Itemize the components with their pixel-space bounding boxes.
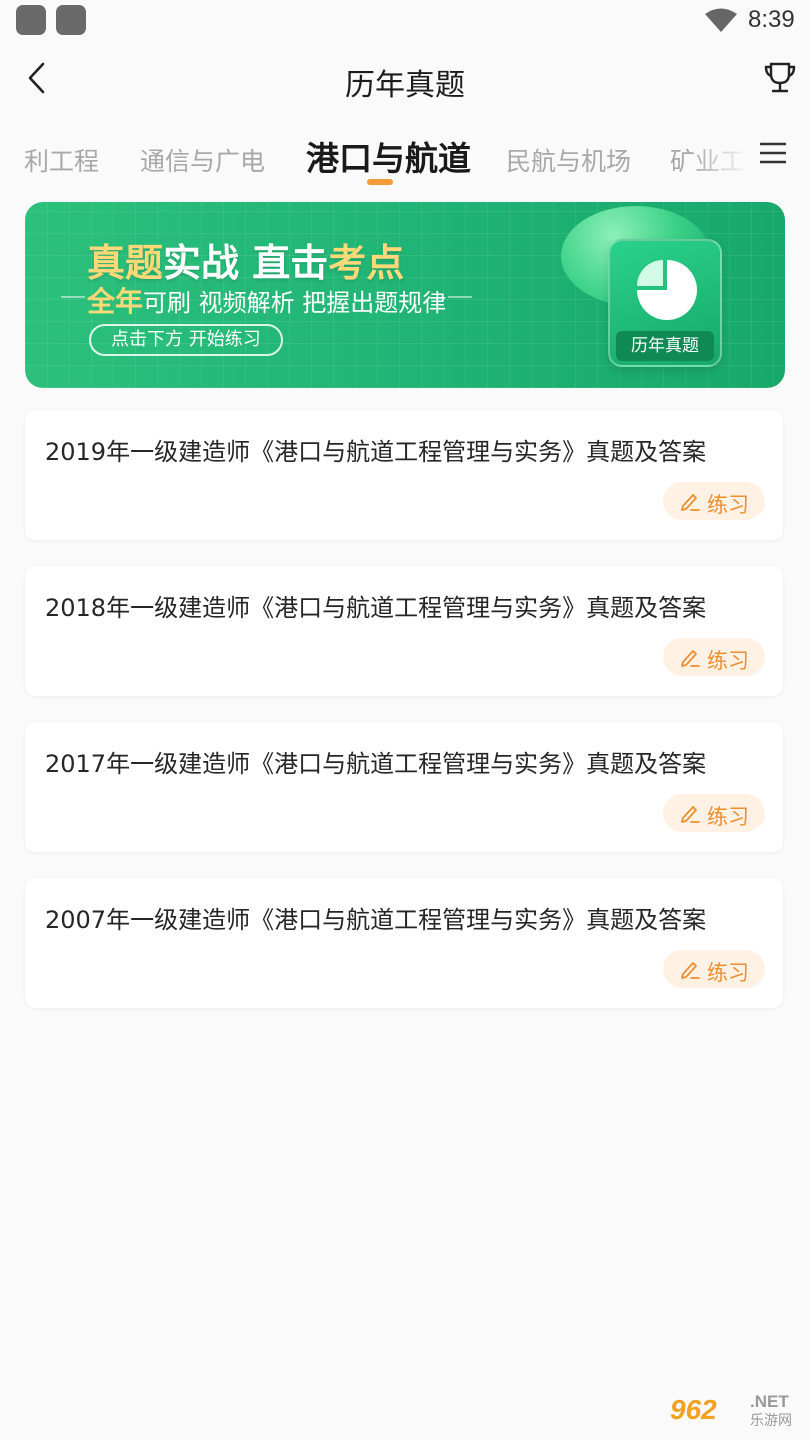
list-item[interactable]: 2007年一级建造师《港口与航道工程管理与实务》真题及答案 练习 bbox=[25, 878, 783, 1008]
pen-icon bbox=[681, 494, 700, 511]
promo-banner[interactable]: 真题实战 直击考点 全年可刷 视频解析 把握出题规律 点击下方 开始练习 历年真… bbox=[25, 202, 785, 388]
exam-title: 2018年一级建造师《港口与航道工程管理与实务》真题及答案 bbox=[45, 594, 707, 622]
practice-button[interactable]: 练习 bbox=[663, 950, 765, 988]
watermark-number: 962 bbox=[670, 1394, 717, 1425]
list-item[interactable]: 2019年一级建造师《港口与航道工程管理与实务》真题及答案 练习 bbox=[25, 410, 783, 540]
tabs-fade bbox=[690, 120, 750, 200]
exam-title: 2017年一级建造师《港口与航道工程管理与实务》真题及答案 bbox=[45, 750, 707, 778]
category-tabs: 利工程 通信与广电 港口与航道 民航与机场 矿业工 bbox=[0, 120, 810, 200]
notification-app-icon bbox=[16, 5, 46, 35]
watermark-logo: 962 .NET 乐游网 bbox=[670, 1392, 806, 1432]
pen-icon bbox=[681, 650, 700, 667]
list-item[interactable]: 2017年一级建造师《港口与航道工程管理与实务》真题及答案 练习 bbox=[25, 722, 783, 852]
trophy-icon bbox=[764, 62, 796, 93]
watermark-site-name: 乐游网 bbox=[750, 1413, 792, 1429]
status-bar: 8:39 bbox=[0, 0, 810, 44]
page-title: 历年真题 bbox=[345, 68, 465, 103]
watermark-domain: .NET bbox=[750, 1392, 789, 1411]
exam-title: 2007年一级建造师《港口与航道工程管理与实务》真题及答案 bbox=[45, 906, 707, 934]
exam-list: 2019年一级建造师《港口与航道工程管理与实务》真题及答案 练习 2018年一级… bbox=[25, 410, 785, 1034]
banner-cta: 点击下方 开始练习 bbox=[89, 324, 283, 356]
tab-telecom-broadcast[interactable]: 通信与广电 bbox=[140, 142, 265, 178]
practice-button[interactable]: 练习 bbox=[663, 482, 765, 520]
list-item[interactable]: 2018年一级建造师《港口与航道工程管理与实务》真题及答案 练习 bbox=[25, 566, 783, 696]
banner-subheadline: 全年可刷 视频解析 把握出题规律 bbox=[60, 280, 473, 320]
practice-label: 练习 bbox=[707, 649, 749, 673]
banner-headline: 真题实战 直击考点 bbox=[87, 241, 405, 285]
exam-title: 2019年一级建造师《港口与航道工程管理与实务》真题及答案 bbox=[45, 438, 707, 466]
practice-label: 练习 bbox=[707, 961, 749, 985]
trophy-button[interactable] bbox=[760, 58, 800, 98]
banner-card: 历年真题 bbox=[608, 239, 722, 367]
active-tab-indicator bbox=[367, 179, 393, 185]
practice-button[interactable]: 练习 bbox=[663, 638, 765, 676]
header: 历年真题 bbox=[0, 44, 810, 114]
tab-civil-aviation-airport[interactable]: 民航与机场 bbox=[506, 142, 631, 178]
menu-icon bbox=[760, 142, 786, 164]
wifi-icon bbox=[705, 8, 737, 32]
practice-label: 练习 bbox=[707, 805, 749, 829]
pen-icon bbox=[681, 806, 700, 823]
category-menu-button[interactable] bbox=[748, 120, 810, 200]
banner-card-label: 历年真题 bbox=[616, 331, 714, 361]
tab-port-waterway[interactable]: 港口与航道 bbox=[306, 132, 471, 180]
tab-water-conservancy[interactable]: 利工程 bbox=[24, 142, 99, 178]
pen-icon bbox=[681, 962, 700, 979]
practice-label: 练习 bbox=[707, 493, 749, 517]
practice-button[interactable]: 练习 bbox=[663, 794, 765, 832]
status-time: 8:39 bbox=[748, 6, 795, 33]
pie-chart-icon bbox=[637, 260, 697, 320]
notification-app-icon bbox=[56, 5, 86, 35]
